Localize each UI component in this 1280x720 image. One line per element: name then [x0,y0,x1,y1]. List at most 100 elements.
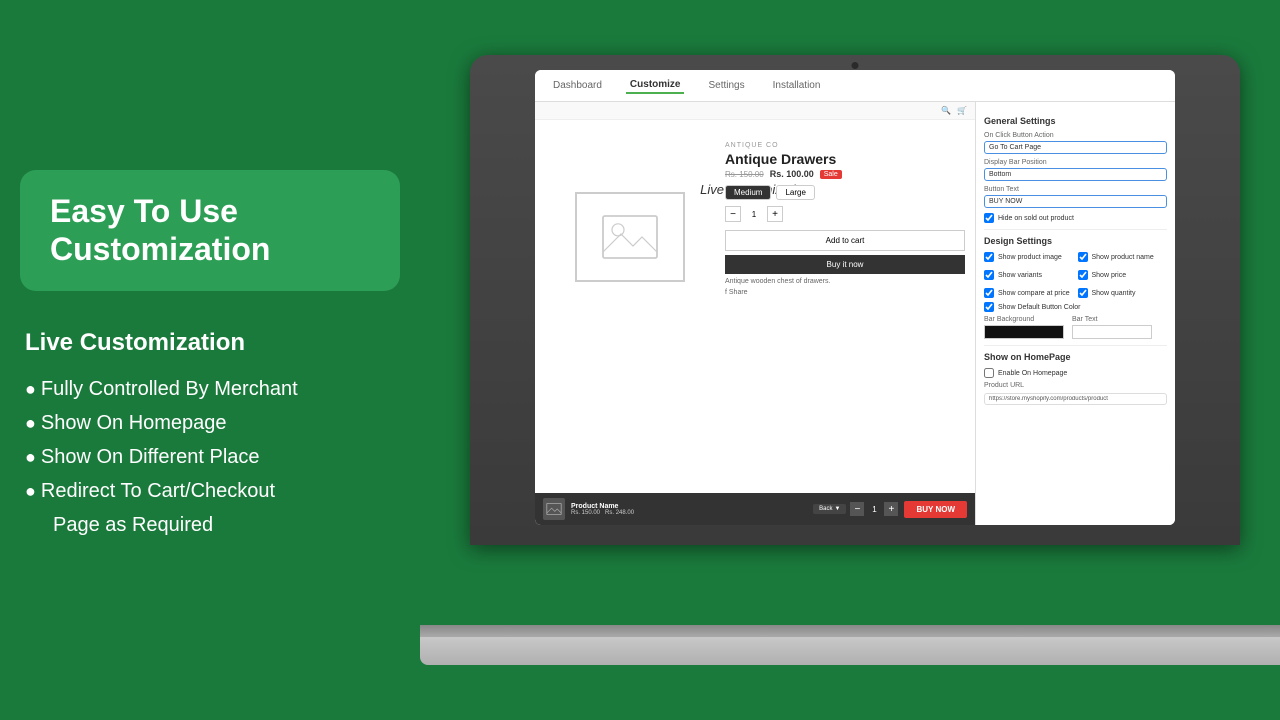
display-bar-input[interactable] [984,168,1167,181]
show-product-name-label: Show product name [1092,254,1154,261]
sticky-middle: Back ▼ − 1 + [813,502,898,516]
feature-item-4: Redirect To Cart/Checkout [25,474,400,508]
design-settings-title: Design Settings [984,236,1167,246]
feature-item-1: Fully Controlled By Merchant [25,372,400,406]
laptop-outer: Dashboard Customize Settings Installatio… [420,55,1280,665]
show-quantity-label: Show quantity [1092,290,1136,297]
product-name: Antique Drawers [725,151,965,167]
product-price-row: Rs. 150.00 Rs. 100.00 Sale [725,169,965,179]
show-product-image-label: Show product image [998,254,1062,261]
preview-store-bar: 🔍 🛒 [535,102,975,120]
sticky-product-price: Rs. 150.00 Rs. 248.00 [571,510,807,516]
show-product-image-row: Show product image [984,252,1074,262]
app-body: 🔍 🛒 Live Customization [535,102,1175,525]
product-preview: 🔍 🛒 Live Customization [535,102,975,525]
webcam [852,62,859,69]
sticky-qty-decrease[interactable]: − [850,502,864,516]
laptop-base [420,637,1280,665]
tab-settings[interactable]: Settings [704,78,748,93]
feature-list: Live Customization Fully Controlled By M… [20,321,400,542]
headline-text: Easy To Use Customization [50,192,370,269]
buy-now-btn[interactable]: Buy it now [725,255,965,274]
general-settings-title: General Settings [984,116,1167,126]
show-default-button-row: Show Default Button Color [984,302,1167,312]
show-compare-price-row: Show compare at price [984,288,1074,298]
feature-item-2: Show On Homepage [25,406,400,440]
on-click-label: On Click Button Action [984,132,1167,139]
sticky-buy-btn[interactable]: BUY NOW [904,501,967,518]
headline-box: Easy To Use Customization [20,170,400,291]
size-large[interactable]: Large [776,185,814,200]
show-quantity-checkbox[interactable] [1078,288,1088,298]
sticky-product-info: Product Name Rs. 150.00 Rs. 248.00 [571,503,807,516]
product-desc: Antique wooden chest of drawers. [725,278,965,285]
show-price-label: Show price [1092,272,1127,279]
tab-customize[interactable]: Customize [626,77,685,94]
sticky-old-price: Rs. 150.00 [571,510,600,516]
show-price-checkbox[interactable] [1078,270,1088,280]
bar-bg-col: Bar Background [984,316,1064,339]
qty-decrease[interactable]: − [725,206,741,222]
tab-dashboard[interactable]: Dashboard [549,78,606,93]
product-image-svg [600,207,660,267]
add-to-cart-btn[interactable]: Add to cart [725,230,965,251]
button-text-label: Button Text [984,186,1167,193]
product-info: ANTIQUE CO Antique Drawers Rs. 150.00 Rs… [725,142,965,296]
divider-1 [984,229,1167,230]
sticky-back-btn[interactable]: Back ▼ [813,504,846,514]
qty-value: 1 [746,210,762,219]
show-variants-checkbox[interactable] [984,270,994,280]
laptop-hinge [420,625,1280,637]
show-compare-price-checkbox[interactable] [984,288,994,298]
sticky-qty-control: − 1 + [850,502,898,516]
bar-bg-color-box[interactable] [984,325,1064,339]
bar-text-label: Bar Text [1072,316,1152,323]
laptop-screen: Dashboard Customize Settings Installatio… [535,70,1175,525]
hide-sold-out-checkbox[interactable] [984,213,994,223]
design-settings-grid: Show product image Show product name Sho… [984,252,1167,302]
laptop-bezel: Dashboard Customize Settings Installatio… [470,55,1240,545]
sticky-bar: Product Name Rs. 150.00 Rs. 248.00 [535,493,975,525]
product-image-box [575,192,685,282]
divider-2 [984,345,1167,346]
tab-installation[interactable]: Installation [769,78,825,93]
show-product-name-row: Show product name [1078,252,1168,262]
product-url-input[interactable] [984,393,1167,405]
sticky-qty-increase[interactable]: + [884,502,898,516]
bar-bg-label: Bar Background [984,316,1064,323]
features-title: Live Customization [25,321,400,364]
show-compare-price-label: Show compare at price [998,290,1070,297]
product-image-placeholder [575,152,685,282]
settings-panel: General Settings On Click Button Action … [975,102,1175,525]
product-url-label: Product URL [984,382,1167,389]
feature-item-3: Show On Different Place [25,440,400,474]
cart-icon: 🛒 [957,106,967,115]
qty-row: − 1 + [725,206,965,222]
chevron-down-icon: ▼ [835,506,841,512]
show-price-row: Show price [1078,270,1168,280]
old-price: Rs. 150.00 [725,170,764,179]
size-medium[interactable]: Medium [725,185,771,200]
qty-increase[interactable]: + [767,206,783,222]
show-variants-row: Show variants [984,270,1074,280]
sticky-product-name: Product Name [571,503,807,510]
show-product-name-checkbox[interactable] [1078,252,1088,262]
show-homepage-title: Show on HomePage [984,352,1167,362]
sale-badge: Sale [820,170,842,179]
button-text-input[interactable] [984,195,1167,208]
share-row: f Share [725,289,965,296]
show-default-button-label: Show Default Button Color [998,304,1081,311]
bar-text-color-box[interactable] [1072,325,1152,339]
app-topbar: Dashboard Customize Settings Installatio… [535,70,1175,102]
sticky-thumb-svg [546,501,562,517]
sticky-new-price: Rs. 248.00 [605,510,634,516]
enable-homepage-checkbox[interactable] [984,368,994,378]
product-brand: ANTIQUE CO [725,142,965,149]
on-click-input[interactable] [984,141,1167,154]
hide-sold-out-row: Hide on sold out product [984,213,1167,223]
sticky-product-thumb [543,498,565,520]
size-buttons: Medium Large [725,185,965,200]
bar-text-col: Bar Text [1072,316,1152,339]
show-product-image-checkbox[interactable] [984,252,994,262]
show-default-button-checkbox[interactable] [984,302,994,312]
